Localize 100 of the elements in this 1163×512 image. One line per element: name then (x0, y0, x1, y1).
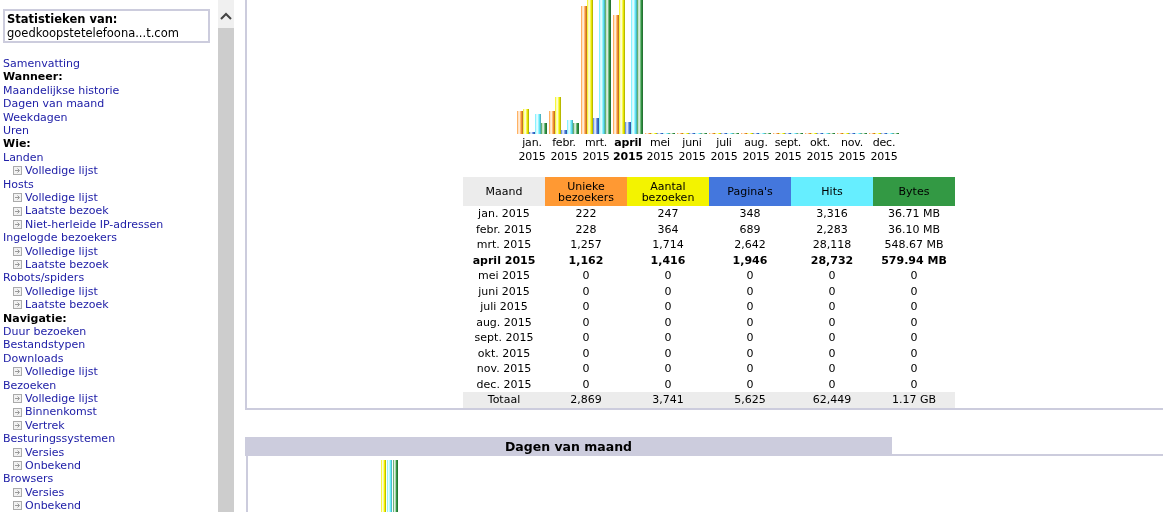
section-title: Dagen van maand (245, 436, 892, 456)
table-cell-text: 0 (745, 268, 755, 284)
table-cell-text: aug. 2015 (475, 314, 533, 330)
table-cell: dec. 2015 (463, 376, 545, 392)
table-cell-text: 579.94 MB (880, 252, 948, 268)
total-cell: 1.17 GB (873, 392, 955, 408)
submenu-link[interactable]: Niet-herleide IP-adressen (25, 217, 164, 232)
menu-link[interactable]: Weekdagen (3, 110, 218, 125)
table-cell-text: april 2015 (471, 252, 537, 268)
list-icon (13, 287, 22, 296)
list-icon (13, 407, 22, 417)
menu-link[interactable]: Bestandstypen (3, 338, 218, 352)
table-cell-text: 0 (827, 268, 837, 284)
table-cell-text: sept. 2015 (473, 330, 535, 346)
menu-heading: Wanneer: (3, 70, 64, 84)
table-cell-text: 0 (663, 345, 673, 361)
table-cell-text: 0 (827, 314, 837, 330)
submenu-link[interactable]: Vertrek (25, 418, 65, 433)
menu-link[interactable]: Downloads (3, 351, 218, 366)
month-label: april 2015 (612, 136, 644, 164)
submenu-link[interactable]: Onbekend (25, 499, 82, 512)
table-cell: 0 (709, 376, 791, 392)
month-label: febr. 2015 (549, 136, 579, 164)
table-cell-text: juni 2015 (477, 283, 531, 299)
menu-link[interactable]: Maandelijkse historie (3, 83, 218, 98)
table-cell-text: 0 (909, 299, 919, 315)
table-cell-text: 1,162 (567, 252, 605, 268)
submenu-link[interactable]: Volledige lijst (25, 392, 98, 406)
menu-heading: Wie: (3, 137, 32, 151)
total-cell: Totaal (463, 392, 545, 408)
month-label: okt. 2015 (805, 136, 835, 164)
submenu-link[interactable]: Laatste bezoek (25, 258, 109, 272)
menu-link[interactable]: Ingelogde bezoekers (3, 231, 218, 245)
menu-heading: Navigatie: (3, 311, 68, 325)
table-cell-text: 0 (663, 361, 673, 377)
menu-link[interactable]: Landen (3, 150, 218, 165)
list-icon (13, 246, 22, 256)
scroll-up-icon[interactable] (220, 12, 232, 20)
menu-link[interactable]: Besturingssystemen (3, 432, 218, 446)
table-cell-text: 2,283 (815, 221, 849, 237)
menu-link[interactable]: Robots/spiders (3, 271, 218, 285)
table-cell-text: 1,714 (651, 237, 685, 253)
submenu-link[interactable]: Laatste bezoek (25, 204, 109, 218)
submenu-link[interactable]: Binnenkomst (25, 405, 97, 419)
table-cell-text: 0 (581, 314, 591, 330)
table-cell-text: 0 (663, 299, 673, 315)
table-cell-text: 689 (738, 221, 762, 237)
menu-link[interactable]: Bezoeken (3, 378, 218, 392)
month-label: mrt. 2015 (581, 136, 611, 164)
column-header: Unieke bezoekers (545, 177, 627, 206)
submenu-link[interactable]: Onbekend (25, 459, 82, 473)
bar-chart-drawing (381, 459, 398, 512)
site-title: Statistieken van: (7, 12, 119, 26)
table-cell-text: 0 (827, 283, 837, 299)
list-icon (13, 367, 22, 377)
table-cell-text: okt. 2015 (476, 345, 532, 361)
menu-link[interactable]: Samenvatting (3, 57, 218, 71)
menu-link[interactable]: Uren (3, 124, 218, 138)
table-cell-text: 228 (574, 221, 598, 237)
table-cell-text: mei 2015 (477, 268, 531, 284)
submenu-link[interactable]: Versies (25, 485, 65, 500)
table-cell-text: 0 (663, 314, 673, 330)
table-cell-text: 28,118 (811, 237, 853, 253)
scrollbar[interactable] (218, 0, 234, 512)
submenu-link[interactable]: Laatste bezoek (25, 298, 109, 312)
table-cell-text: febr. 2015 (474, 221, 534, 237)
submenu-link[interactable]: Volledige lijst (25, 244, 98, 259)
table-cell-text: juli 2015 (479, 299, 529, 315)
menu-link[interactable]: Browsers (3, 472, 218, 486)
table-cell-text: 1,257 (569, 237, 603, 253)
list-icon (13, 447, 22, 457)
table-cell-text: 0 (745, 361, 755, 377)
menu-link[interactable]: Dagen van maand (3, 97, 218, 111)
table-cell-text: 0 (909, 314, 919, 330)
table-cell: jan. 2015 (463, 206, 545, 222)
submenu-link[interactable]: Versies (25, 445, 65, 459)
submenu-link[interactable]: Volledige lijst (25, 365, 98, 379)
list-icon (13, 300, 22, 310)
table-cell-text: 0 (581, 268, 591, 284)
submenu-link[interactable]: Volledige lijst (25, 191, 98, 205)
month-label: juli 2015 (709, 136, 739, 164)
menu-link[interactable]: Duur bezoeken (3, 325, 218, 339)
month-label: mei 2015 (645, 136, 675, 164)
total-cell: 3,741 (627, 392, 709, 408)
total-cell: 62,449 (791, 392, 873, 408)
submenu-link[interactable]: Volledige lijst (25, 164, 98, 178)
column-header: Pagina's (709, 177, 791, 206)
table-cell: 247 (627, 206, 709, 222)
table-cell-text: 0 (663, 330, 673, 346)
submenu-link[interactable]: Volledige lijst (25, 284, 98, 299)
table-cell-text: 36.10 MB (887, 221, 941, 237)
list-icon (13, 487, 22, 497)
table-cell-text: 0 (909, 361, 919, 377)
table-cell-text: 0 (827, 345, 837, 361)
table-cell-text: 0 (663, 268, 673, 284)
table-cell: 0 (873, 376, 955, 392)
list-icon (13, 206, 22, 216)
list-icon (13, 220, 22, 229)
table-cell: 3,316 (791, 206, 873, 222)
menu-link[interactable]: Hosts (3, 177, 218, 192)
